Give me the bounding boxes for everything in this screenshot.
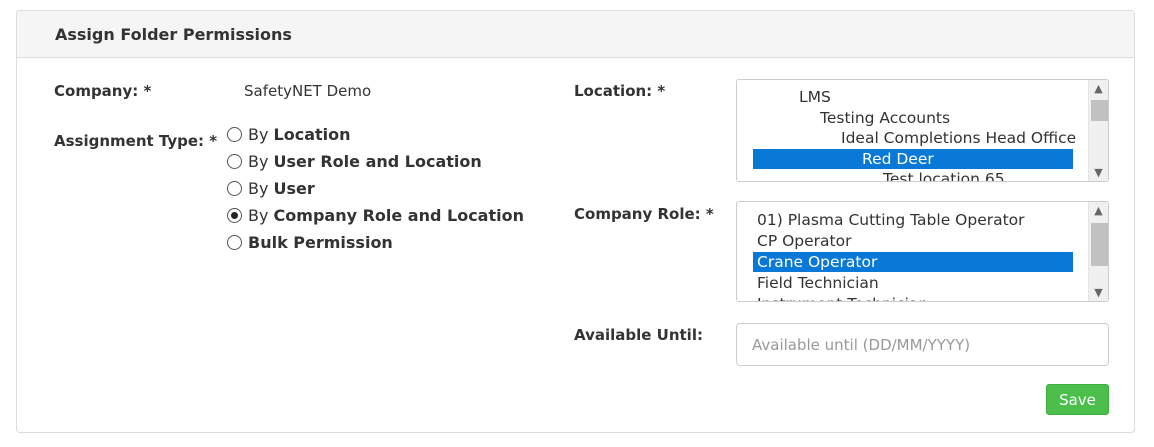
company-role-label: Company Role: * — [574, 205, 714, 223]
company-role-option[interactable]: CP Operator — [753, 231, 851, 251]
company-role-listbox[interactable]: Instrument TechnicianField TechnicianCra… — [736, 201, 1109, 302]
assignment-option-label: By User Role and Location — [248, 152, 482, 171]
available-until-label: Available Until: — [574, 326, 703, 344]
panel-heading: Assign Folder Permissions — [17, 11, 1134, 58]
company-label: Company: * — [54, 82, 152, 100]
save-button[interactable]: Save — [1046, 384, 1109, 415]
location-label: Location: * — [574, 82, 666, 100]
assignment-option-label: By Company Role and Location — [248, 206, 524, 225]
scroll-up-icon[interactable]: ▲ — [1089, 202, 1108, 219]
location-option[interactable]: Testing Accounts — [816, 108, 950, 128]
assignment-type-label: Assignment Type: * — [54, 132, 218, 150]
assignment-option[interactable]: Bulk Permission — [227, 229, 524, 256]
assignment-type-radio-group: By Location By User Role and Location By U… — [227, 121, 524, 256]
company-role-scroll-thumb[interactable] — [1091, 223, 1108, 266]
location-scroll-thumb[interactable] — [1091, 100, 1108, 121]
panel-title: Assign Folder Permissions — [55, 25, 292, 44]
available-until-input[interactable] — [736, 323, 1109, 366]
assignment-option[interactable]: By Company Role and Location — [227, 202, 524, 229]
location-option[interactable]: Ideal Completions Head Office — [837, 128, 1076, 148]
company-role-option[interactable]: Crane Operator — [753, 252, 1073, 272]
assignment-option-label: By User — [248, 179, 315, 198]
radio-unchecked-icon[interactable] — [227, 235, 242, 250]
assignment-option-label: By Location — [248, 125, 351, 144]
assignment-option[interactable]: By User Role and Location — [227, 148, 524, 175]
assignment-option[interactable]: By Location — [227, 121, 524, 148]
radio-unchecked-icon[interactable] — [227, 127, 242, 142]
location-option[interactable]: Test location 65 — [879, 169, 1005, 181]
radio-unchecked-icon[interactable] — [227, 181, 242, 196]
radio-checked-icon[interactable] — [227, 208, 242, 223]
location-option[interactable]: LMS — [795, 87, 831, 107]
company-role-option[interactable]: Instrument Technician — [753, 294, 928, 301]
company-role-scrollbar[interactable]: ▲ ▼ — [1088, 202, 1108, 301]
assignment-option-label: Bulk Permission — [248, 233, 393, 252]
assignment-option[interactable]: By User — [227, 175, 524, 202]
location-listbox[interactable]: Test location 65 Red Deer Ideal Completion… — [736, 79, 1109, 182]
scroll-down-icon[interactable]: ▼ — [1089, 164, 1108, 181]
scroll-up-icon[interactable]: ▲ — [1089, 80, 1108, 97]
company-value: SafetyNET Demo — [244, 82, 372, 100]
location-option[interactable]: Red Deer — [753, 148, 1073, 169]
company-role-option[interactable]: 01) Plasma Cutting Table Operator — [753, 210, 1025, 230]
scroll-down-icon[interactable]: ▼ — [1089, 284, 1108, 301]
company-role-option[interactable]: Field Technician — [753, 273, 879, 293]
location-scrollbar[interactable]: ▲ ▼ — [1088, 80, 1108, 181]
radio-unchecked-icon[interactable] — [227, 154, 242, 169]
